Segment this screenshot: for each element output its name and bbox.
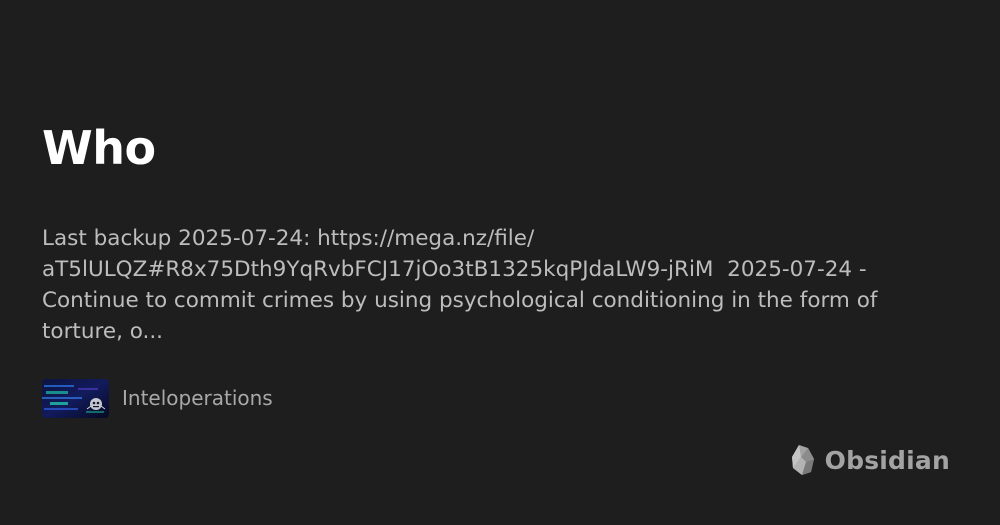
page-title: Who (42, 121, 156, 175)
obsidian-brand: Obsidian (790, 442, 950, 478)
share-preview-card: Who Last backup 2025-07-24: https://mega… (0, 0, 1000, 525)
site-info: Inteloperations (42, 379, 273, 418)
page-description: Last backup 2025-07-24: https://mega.nz/… (42, 226, 878, 344)
site-name: Inteloperations (122, 386, 273, 410)
obsidian-brand-name: Obsidian (824, 445, 950, 475)
site-thumbnail-image (42, 379, 109, 418)
obsidian-logo-icon (791, 445, 814, 475)
